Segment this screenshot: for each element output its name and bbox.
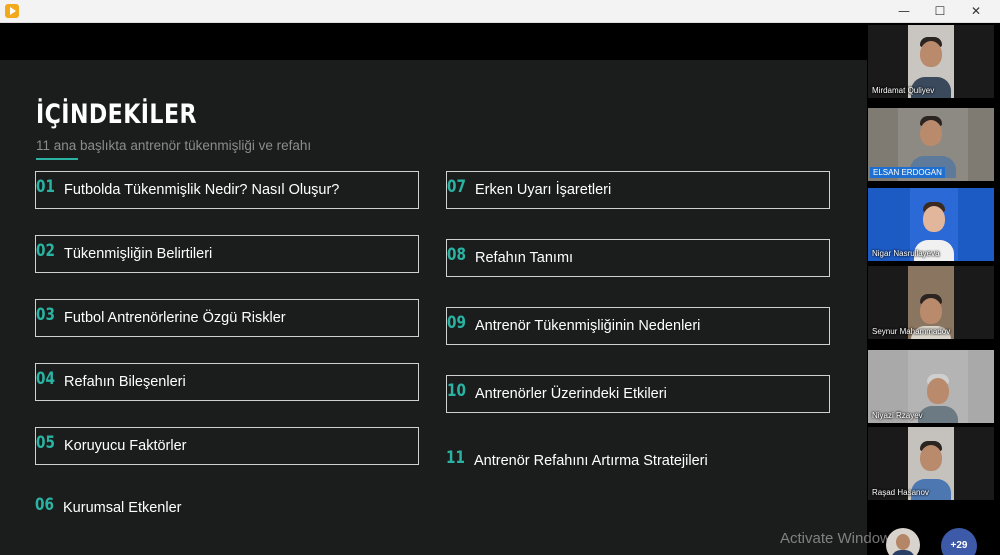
participant-name: Raşad Hasanov xyxy=(872,488,929,497)
toc-item: 04 Refahın Bileşenleri xyxy=(35,363,419,401)
participant-name: Nigar Nasrullayeva xyxy=(872,249,940,258)
toc-label: Antrenör Refahını Artırma Stratejileri xyxy=(474,453,708,469)
participant-tile[interactable]: Raşad Hasanov xyxy=(868,427,994,500)
toc-number: 05 xyxy=(36,433,55,453)
toc-item: 06 Kurumsal Etkenler xyxy=(35,490,419,528)
toc-item: 10 Antrenörler Üzerindeki Etkileri xyxy=(446,375,830,413)
toc-number: 10 xyxy=(447,381,466,401)
participants-panel: Mirdamat Quliyev ELSAN ERDOGAN Nigar Nas… xyxy=(868,23,1000,555)
shared-slide: İÇİNDEKİLER 11 ana başlıkta antrenör tük… xyxy=(0,60,867,555)
participant-tile[interactable]: Nigar Nasrullayeva xyxy=(868,188,994,261)
toc-label: Kurumsal Etkenler xyxy=(63,500,182,516)
toc-label: Antrenör Tükenmişliğinin Nedenleri xyxy=(475,318,701,334)
window-titlebar: — ☐ ✕ xyxy=(0,0,1000,23)
toc-number: 06 xyxy=(35,495,54,515)
participant-name: Mirdamat Quliyev xyxy=(872,86,935,95)
toc-item: 11 Antrenör Refahını Artırma Stratejiler… xyxy=(446,443,830,481)
slide-title: İÇİNDEKİLER xyxy=(36,99,197,130)
toc-number: 04 xyxy=(36,369,55,389)
toc-number: 07 xyxy=(447,177,466,197)
toc-number: 03 xyxy=(36,305,55,325)
toc-label: Koruyucu Faktörler xyxy=(64,438,187,454)
participant-tile[interactable]: Niyazi Rzayev xyxy=(868,350,994,423)
toc-item: 07 Erken Uyarı İşaretleri xyxy=(446,171,830,209)
app-play-icon xyxy=(5,4,19,18)
participant-tile[interactable]: Seynur Mahammadov xyxy=(868,266,994,339)
toc-label: Refahın Bileşenleri xyxy=(64,374,186,390)
toc-number: 02 xyxy=(36,241,55,261)
toc-number: 08 xyxy=(447,245,466,265)
toc-item: 05 Koruyucu Faktörler xyxy=(35,427,419,465)
participant-tile[interactable]: ELSAN ERDOGAN xyxy=(868,108,994,181)
toc-label: Futbol Antrenörlerine Özgü Riskler xyxy=(64,310,286,326)
toc-item: 01 Futbolda Tükenmişlik Nedir? Nasıl Olu… xyxy=(35,171,419,209)
maximize-button[interactable]: ☐ xyxy=(922,0,958,23)
slide-subtitle: 11 ana başlıkta antrenör tükenmişliği ve… xyxy=(36,138,312,153)
minimize-button[interactable]: — xyxy=(886,0,922,23)
toc-number: 11 xyxy=(446,448,465,468)
toc-label: Futbolda Tükenmişlik Nedir? Nasıl Oluşur… xyxy=(64,182,340,198)
participant-name: Seynur Mahammadov xyxy=(872,327,951,336)
participant-tile[interactable]: Mirdamat Quliyev xyxy=(868,25,994,98)
toc-item: 03 Futbol Antrenörlerine Özgü Riskler xyxy=(35,299,419,337)
participant-avatar[interactable] xyxy=(886,528,920,555)
participant-name: ELSAN ERDOGAN xyxy=(870,167,945,178)
toc-label: Refahın Tanımı xyxy=(475,250,574,266)
activation-watermark: Activate Windows xyxy=(780,530,899,547)
toc-label: Tükenmişliğin Belirtileri xyxy=(64,246,213,262)
accent-underline xyxy=(36,158,78,160)
close-button[interactable]: ✕ xyxy=(958,0,994,23)
participant-name: Niyazi Rzayev xyxy=(872,411,923,420)
toc-item: 09 Antrenör Tükenmişliğinin Nedenleri xyxy=(446,307,830,345)
toc-label: Erken Uyarı İşaretleri xyxy=(475,182,612,198)
toc-label: Antrenörler Üzerindeki Etkileri xyxy=(475,386,667,402)
toc-item: 02 Tükenmişliğin Belirtileri xyxy=(35,235,419,273)
toc-item: 08 Refahın Tanımı xyxy=(446,239,830,277)
toc-number: 01 xyxy=(36,177,55,197)
toc-number: 09 xyxy=(447,313,466,333)
